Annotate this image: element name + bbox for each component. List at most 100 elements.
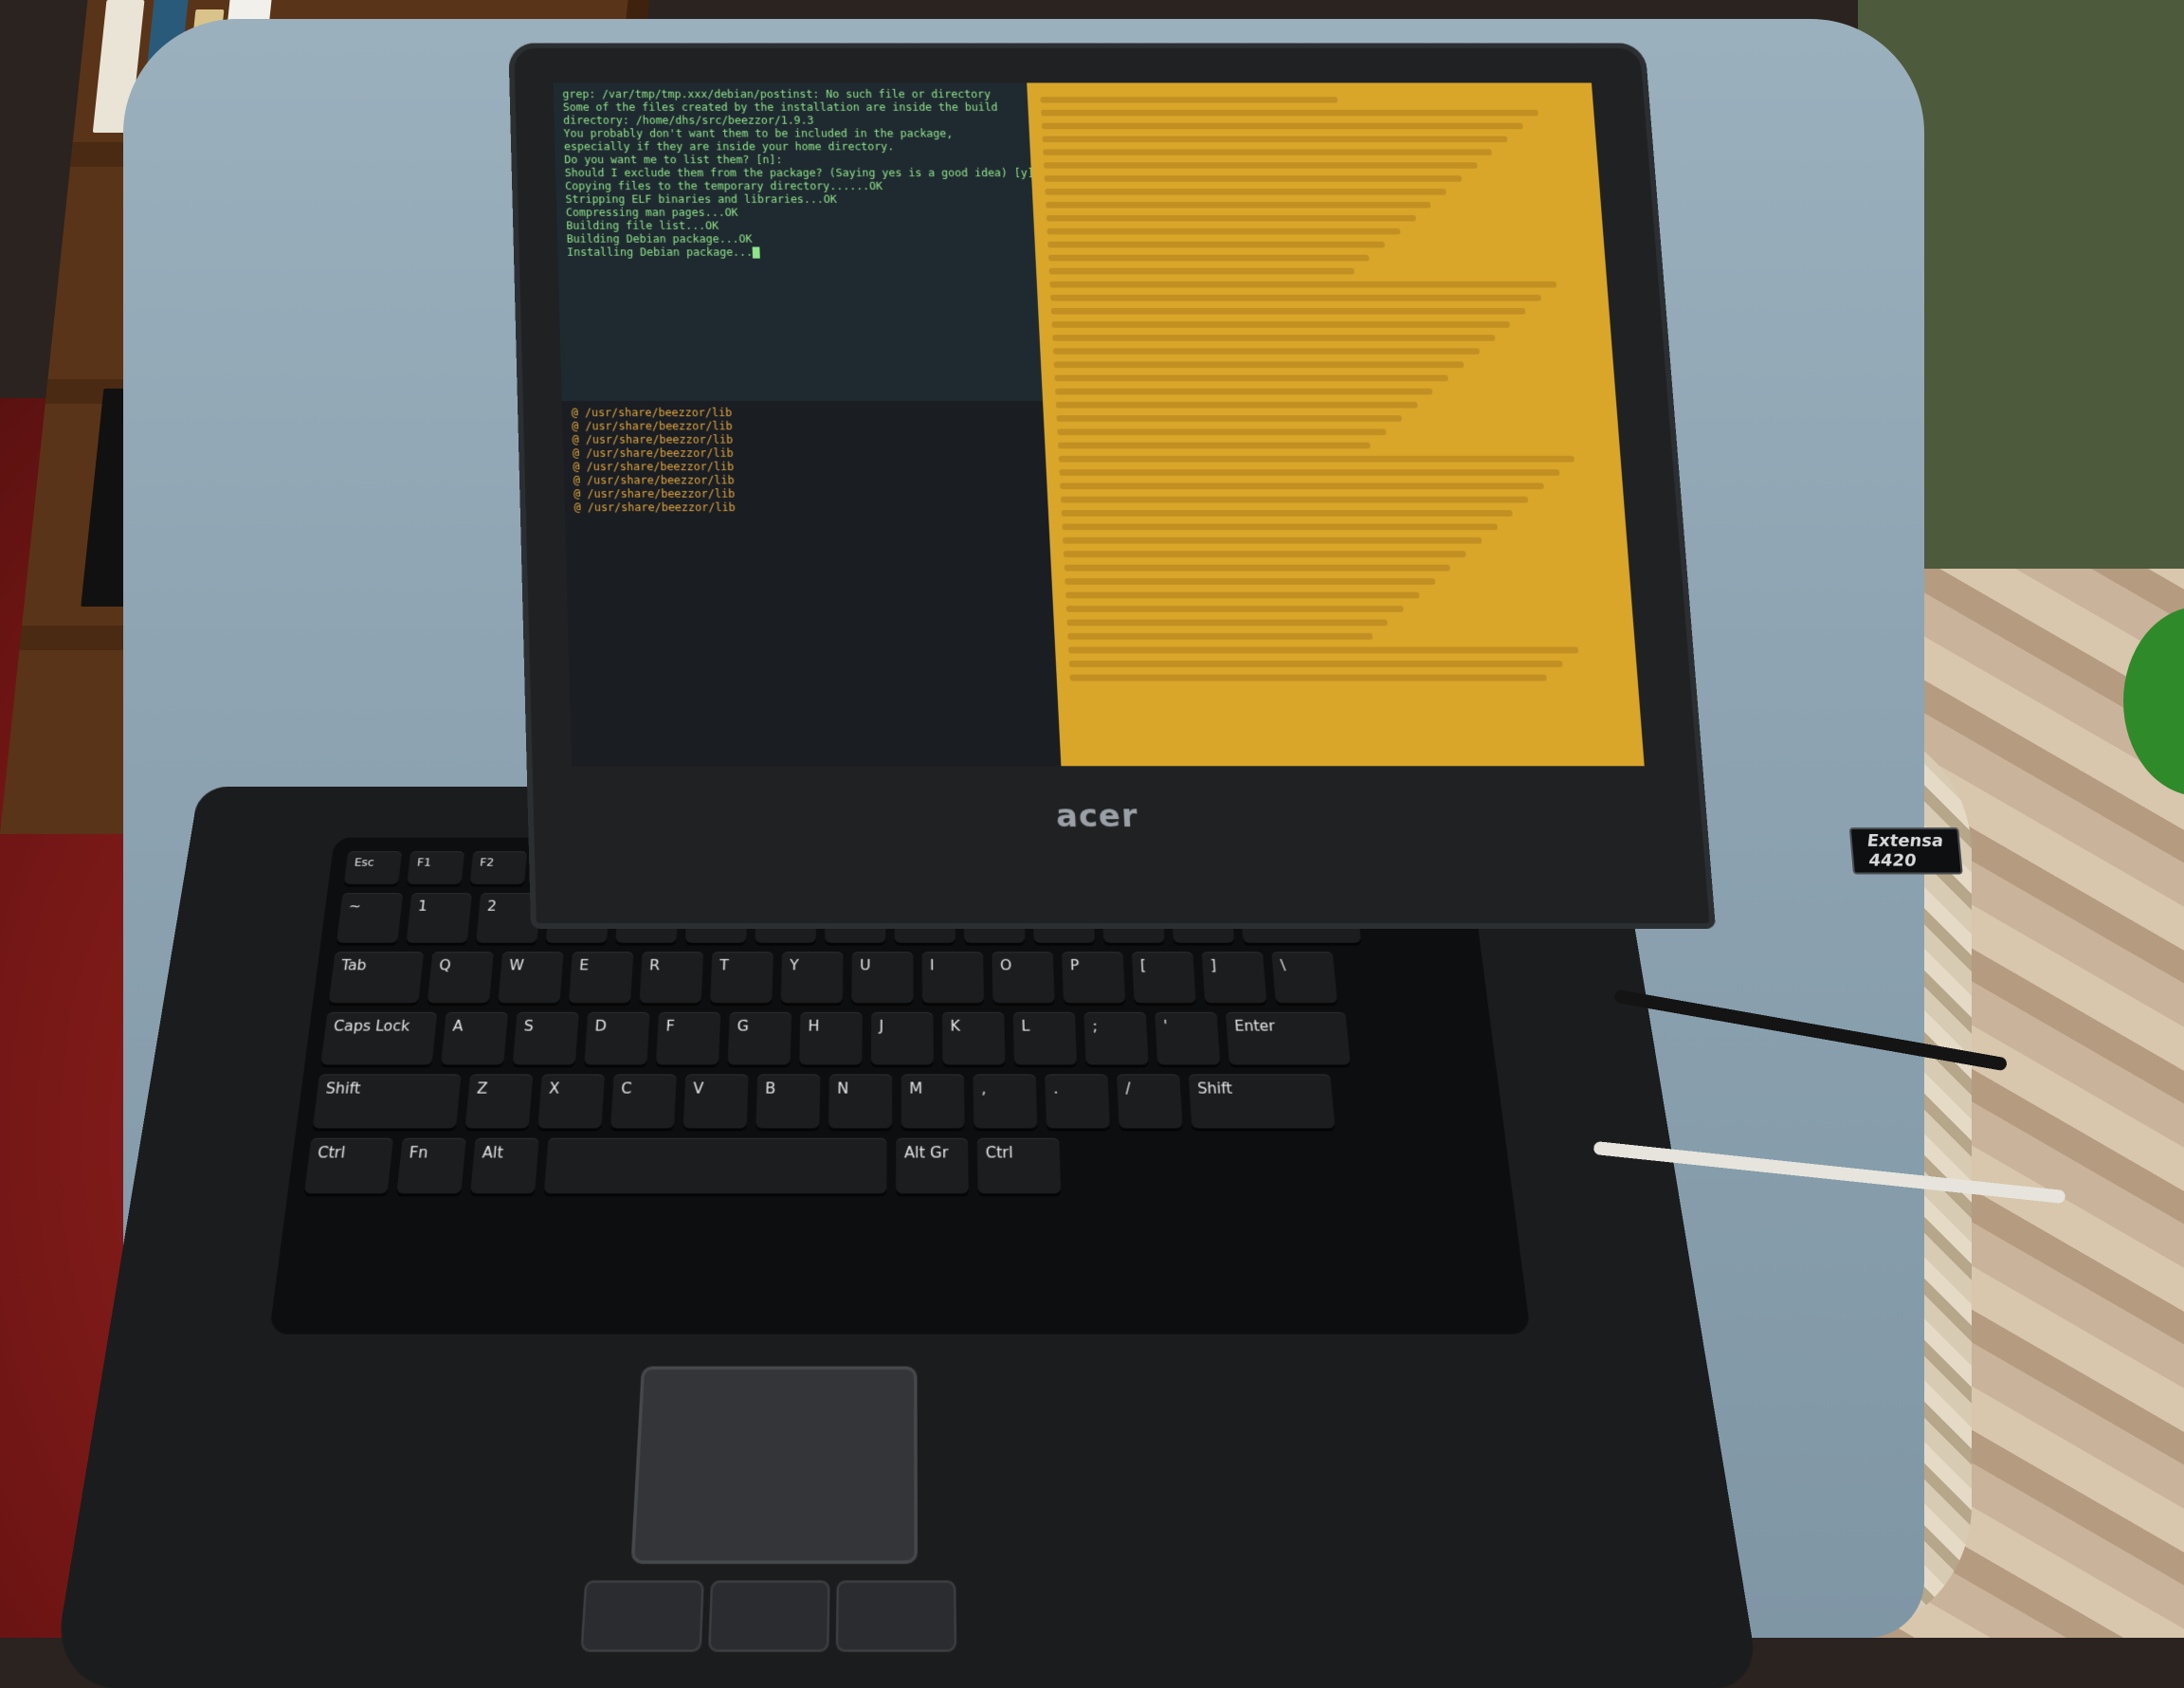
blurred-text-line (1052, 335, 1495, 341)
key-g[interactable]: G (727, 1011, 792, 1065)
key-f[interactable]: F (655, 1011, 721, 1065)
key-s[interactable]: S (512, 1011, 579, 1065)
terminal-line: directory: /home/dhs/src/beezzor/1.9.3 (563, 114, 814, 127)
key-q[interactable]: Q (427, 952, 494, 1004)
blurred-text-line (1055, 388, 1433, 395)
blurred-text-line (1043, 149, 1493, 155)
key--[interactable]: , (973, 1074, 1038, 1129)
touchpad-scroll-button[interactable] (708, 1580, 830, 1652)
key-c[interactable]: C (610, 1074, 677, 1129)
blurred-text-line (1055, 402, 1418, 408)
key-r[interactable]: R (639, 952, 704, 1004)
blurred-text-line (1046, 202, 1431, 209)
key--[interactable]: ; (1083, 1011, 1149, 1065)
blurred-text-line (1041, 122, 1523, 130)
key-shift[interactable]: Shift (312, 1074, 462, 1129)
key--[interactable]: [ (1131, 952, 1196, 1004)
key-d[interactable]: D (584, 1011, 650, 1065)
key--[interactable]: ~ (336, 893, 404, 943)
key-y[interactable]: Y (780, 952, 844, 1004)
key-i[interactable]: I (921, 952, 984, 1004)
blurred-text-line (1052, 348, 1480, 354)
key-w[interactable]: W (498, 952, 564, 1004)
touchpad-left-button[interactable] (580, 1580, 704, 1652)
key-v[interactable]: V (682, 1074, 749, 1129)
terminal-line: Should I exclude them from the package? … (564, 166, 1042, 179)
key--[interactable]: . (1045, 1074, 1110, 1129)
key-e[interactable]: E (568, 952, 634, 1004)
blurred-text-line (1044, 175, 1463, 182)
terminal-line: Some of the files created by the install… (562, 100, 998, 114)
key-1[interactable]: 1 (406, 893, 472, 943)
key-enter[interactable]: Enter (1225, 1011, 1351, 1065)
key-p[interactable]: P (1062, 952, 1126, 1004)
blurred-text-line (1069, 674, 1547, 681)
blurred-text-line (1060, 482, 1544, 490)
terminal-pane-bottom[interactable]: @ /usr/share/beezzor/lib @ /usr/share/bee… (561, 401, 1062, 767)
key-fn[interactable]: Fn (396, 1137, 466, 1194)
key-b[interactable]: B (755, 1074, 821, 1129)
blurred-text-line (1066, 619, 1389, 626)
blurred-text-line (1046, 227, 1401, 235)
blurred-text-line (1063, 551, 1466, 558)
key-z[interactable]: Z (464, 1074, 534, 1129)
blurred-text-line (1047, 254, 1370, 262)
key-f1[interactable]: F1 (407, 851, 465, 884)
blurred-text-line (1051, 321, 1511, 328)
terminal-line: @ /usr/share/beezzor/lib (573, 474, 735, 487)
key-t[interactable]: T (710, 952, 774, 1004)
blurred-text-line (1064, 564, 1451, 572)
key-k[interactable]: K (941, 1011, 1006, 1065)
key-j[interactable]: J (870, 1011, 934, 1065)
blurred-text-line (1049, 281, 1556, 288)
key-a[interactable]: A (441, 1011, 509, 1065)
blurred-text-line (1040, 97, 1338, 103)
blurred-text-line (1056, 415, 1403, 422)
key-space[interactable] (543, 1137, 887, 1194)
terminal-line: @ /usr/share/beezzor/lib (573, 487, 736, 500)
key-n[interactable]: N (828, 1074, 893, 1129)
blurred-text-line (1067, 633, 1373, 640)
terminal-line: @ /usr/share/beezzor/lib (572, 433, 734, 446)
touchpad[interactable] (630, 1366, 918, 1565)
blurred-text-line (1068, 661, 1563, 667)
terminal-pane-top[interactable]: grep: /var/tmp/tmp.xxx/debian/postinst: … (553, 82, 1044, 402)
blurred-text-line (1057, 442, 1372, 449)
terminal-line: @ /usr/share/beezzor/lib (572, 446, 734, 460)
key-x[interactable]: X (537, 1074, 606, 1129)
key-alt-gr[interactable]: Alt Gr (896, 1137, 969, 1194)
key-esc[interactable]: Esc (343, 851, 403, 884)
key--[interactable]: \ (1271, 952, 1338, 1004)
key-alt[interactable]: Alt (470, 1137, 539, 1194)
terminal-line: especially if they are inside your home … (563, 140, 895, 154)
blurred-text-line (1065, 606, 1404, 612)
key-h[interactable]: H (799, 1011, 863, 1065)
key--[interactable]: ' (1155, 1011, 1221, 1065)
key-o[interactable]: O (992, 952, 1055, 1004)
key-u[interactable]: U (851, 952, 914, 1004)
blurred-text-line (1065, 578, 1435, 585)
blurred-text-line (1041, 109, 1538, 117)
key-tab[interactable]: Tab (328, 952, 425, 1004)
terminal-line: Compressing man pages...OK (565, 206, 738, 219)
key-shift[interactable]: Shift (1188, 1074, 1336, 1129)
key-m[interactable]: M (901, 1074, 965, 1129)
terminal-cursor (752, 246, 761, 259)
key-ctrl[interactable]: Ctrl (303, 1137, 394, 1194)
key--[interactable]: ] (1201, 952, 1267, 1004)
terminal-line: @ /usr/share/beezzor/lib (571, 406, 733, 420)
key-caps-lock[interactable]: Caps Lock (320, 1011, 438, 1065)
blurred-text-line (1046, 214, 1416, 222)
blurred-text-line (1050, 294, 1541, 301)
terminal-line: @ /usr/share/beezzor/lib (573, 460, 735, 474)
terminal-line: Copying files to the temporary directory… (564, 179, 883, 192)
touchpad-right-button[interactable] (835, 1580, 957, 1652)
key--[interactable]: / (1117, 1074, 1183, 1129)
key-f2[interactable]: F2 (469, 851, 528, 884)
model-badge: Extensa 4420 (1848, 827, 1964, 875)
key-l[interactable]: L (1012, 1011, 1078, 1065)
editor-pane-right[interactable] (1027, 82, 1645, 767)
key-ctrl[interactable]: Ctrl (976, 1137, 1062, 1194)
space-key-row: Ctrl Fn Alt Alt Gr Ctrl (303, 1137, 1496, 1194)
blurred-text-line (1043, 162, 1478, 169)
